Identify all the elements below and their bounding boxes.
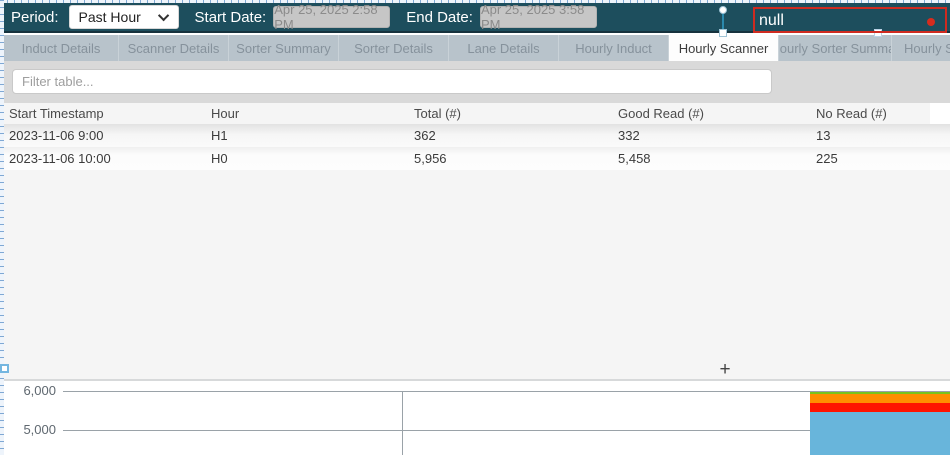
data-table: Start Timestamp Hour Total (#) Good Read… xyxy=(4,103,950,170)
chevron-down-icon xyxy=(157,10,168,21)
table-row[interactable]: 2023-11-06 9:00 H1 362 332 13 xyxy=(4,124,950,147)
selection-handle-square[interactable] xyxy=(719,29,727,37)
cell-start-timestamp: 2023-11-06 10:00 xyxy=(4,151,206,166)
cell-hour: H1 xyxy=(206,128,409,143)
end-date-input[interactable]: Apr 25, 2025 3:58 PM xyxy=(480,6,597,28)
cell-no-read: 13 xyxy=(811,128,950,143)
start-date-value: Apr 25, 2025 2:58 PM xyxy=(274,2,389,32)
table-row[interactable]: 2023-11-06 10:00 H0 5,956 5,458 225 xyxy=(4,147,950,170)
column-header[interactable]: Total (#) xyxy=(409,106,613,121)
cell-good-read: 5,458 xyxy=(613,151,811,166)
cell-total: 5,956 xyxy=(409,151,613,166)
category-divider-line xyxy=(402,391,403,455)
tab-hourly-scanner[interactable]: Hourly Scanner xyxy=(669,35,779,61)
start-date-label: Start Date: xyxy=(195,9,267,26)
stacked-bar-red-segment[interactable] xyxy=(810,403,950,412)
filter-table-input[interactable] xyxy=(12,69,772,94)
expand-chart-button[interactable]: + xyxy=(714,359,736,381)
period-label: Period: xyxy=(11,9,59,26)
tab-hourly-sort[interactable]: Hourly Sort xyxy=(892,35,950,61)
tab-induct-details[interactable]: Induct Details xyxy=(4,35,119,61)
cell-good-read: 332 xyxy=(613,128,811,143)
column-header[interactable]: Good Read (#) xyxy=(613,106,811,121)
start-date-input[interactable]: Apr 25, 2025 2:58 PM xyxy=(273,6,390,28)
cell-start-timestamp: 2023-11-06 9:00 xyxy=(4,128,206,143)
tab-sorter-summary[interactable]: Sorter Summary xyxy=(229,35,339,61)
y-axis-tick-label: 6,000 xyxy=(4,383,56,398)
stacked-bar-blue-segment[interactable] xyxy=(810,412,950,455)
tab-scanner-details[interactable]: Scanner Details xyxy=(119,35,229,61)
ruler-top xyxy=(0,0,950,3)
selection-handle-square-left[interactable] xyxy=(0,364,9,373)
annotation-null-box[interactable]: null xyxy=(753,7,947,33)
column-header[interactable]: No Read (#) xyxy=(811,106,930,121)
cell-total: 362 xyxy=(409,128,613,143)
cell-no-read: 225 xyxy=(811,151,950,166)
y-axis-tick-label: 5,000 xyxy=(4,422,56,437)
period-select[interactable]: Past Hour xyxy=(69,5,179,29)
stacked-bar-orange-segment[interactable] xyxy=(810,394,950,404)
end-date-value: Apr 25, 2025 3:58 PM xyxy=(481,2,596,32)
cell-hour: H0 xyxy=(206,151,409,166)
annotation-null-text: null xyxy=(759,12,784,29)
ruler-left xyxy=(0,0,4,455)
record-dot-icon xyxy=(927,18,935,26)
tab-hourly-induct[interactable]: Hourly Induct xyxy=(559,35,669,61)
column-header[interactable]: Hour xyxy=(206,106,409,121)
end-date-label: End Date: xyxy=(406,9,473,26)
tab-hourly-sorter-summar[interactable]: Hourly Sorter Summar xyxy=(779,35,892,61)
table-header-row: Start Timestamp Hour Total (#) Good Read… xyxy=(4,103,930,124)
table-empty-area xyxy=(4,170,950,379)
period-select-value: Past Hour xyxy=(79,9,141,25)
tab-strip: Induct DetailsScanner DetailsSorter Summ… xyxy=(4,35,950,61)
selection-handle-circle[interactable] xyxy=(719,6,727,14)
tab-sorter-details[interactable]: Sorter Details xyxy=(339,35,449,61)
filter-bar xyxy=(4,61,950,103)
hourly-scanner-chart[interactable]: 6,000 5,000 xyxy=(4,381,950,455)
column-header[interactable]: Start Timestamp xyxy=(4,106,206,121)
tab-lane-details[interactable]: Lane Details xyxy=(449,35,559,61)
